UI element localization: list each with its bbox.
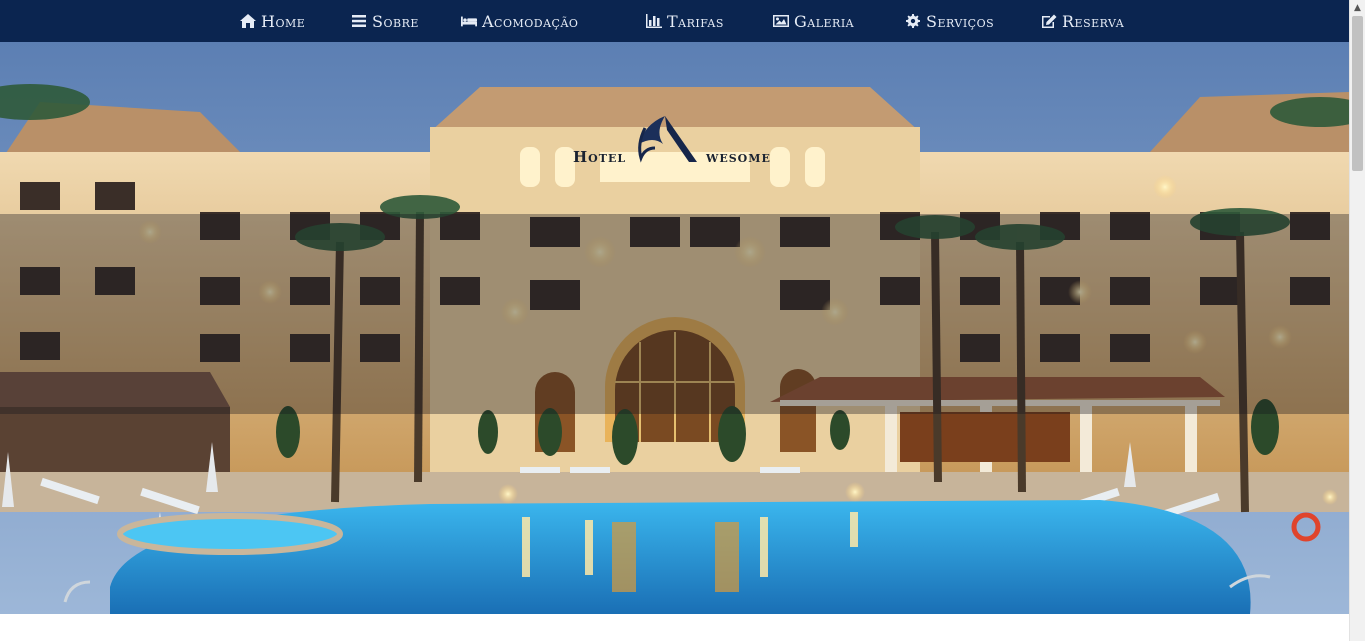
hero-banner: Hotel wesome [0, 42, 1349, 614]
nav-item-acomodacao[interactable]: Acomodação [461, 0, 578, 42]
gear-icon [906, 14, 920, 28]
nav-item-label: Acomodação [482, 11, 579, 31]
vertical-scrollbar[interactable]: ▲ [1349, 0, 1365, 641]
nav-item-galeria[interactable]: Galeria [773, 0, 854, 42]
nav-item-servicos[interactable]: Serviços [905, 0, 994, 42]
top-navbar: Home Sobre Acomodação Tarifas Galeria Se… [0, 0, 1349, 42]
nav-item-sobre[interactable]: Sobre [351, 0, 419, 42]
bed-icon [461, 16, 477, 27]
nav-item-tarifas[interactable]: Tarifas [646, 0, 724, 42]
bar-chart-icon [646, 14, 662, 28]
image-icon [773, 15, 789, 27]
nav-item-home[interactable]: Home [240, 0, 305, 42]
nav-item-label: Sobre [372, 11, 419, 31]
home-icon [240, 14, 256, 28]
bars-icon [352, 15, 366, 27]
nav-menu: Home Sobre Acomodação Tarifas Galeria Se… [0, 0, 1349, 42]
nav-item-label: Galeria [794, 11, 855, 31]
nav-item-label: Tarifas [667, 11, 724, 31]
nav-item-label: Serviços [926, 11, 995, 31]
logo-word-awesome: wesome [706, 148, 771, 166]
nav-item-label: Reserva [1062, 11, 1125, 31]
scrollbar-thumb[interactable] [1352, 16, 1363, 171]
logo-mark-icon [638, 116, 697, 163]
logo-word-hotel: Hotel [573, 148, 627, 166]
edit-icon [1042, 14, 1057, 28]
nav-item-label: Home [261, 11, 306, 31]
scroll-up-arrow-icon[interactable]: ▲ [1350, 0, 1365, 16]
overlay-band [0, 214, 1349, 414]
nav-item-reserva[interactable]: Reserva [1041, 0, 1124, 42]
hotel-logo[interactable]: Hotel wesome [573, 116, 783, 178]
